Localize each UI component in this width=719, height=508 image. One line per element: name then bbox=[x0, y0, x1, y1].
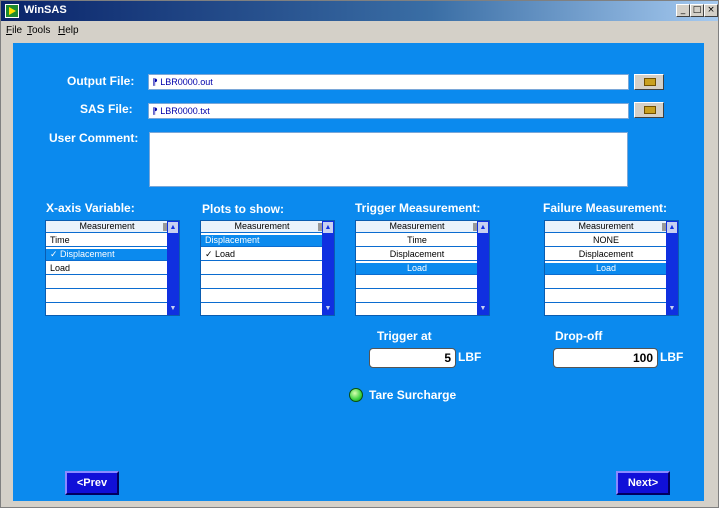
sas-file-field[interactable]: ⁋ LBR0000.txt bbox=[148, 103, 629, 119]
list-scrollbar[interactable]: ▲ ▼ bbox=[322, 221, 334, 315]
list-scrollbar[interactable]: ▲ ▼ bbox=[666, 221, 678, 315]
list-item[interactable] bbox=[201, 291, 323, 303]
main-panel: Output File: ⁋ LBR0000.out SAS File: ⁋ L… bbox=[13, 43, 704, 501]
output-file-browse-button[interactable] bbox=[634, 74, 664, 90]
maximize-button[interactable]: □ bbox=[690, 4, 704, 17]
output-file-field[interactable]: ⁋ LBR0000.out bbox=[148, 74, 629, 90]
list-item[interactable]: Load bbox=[545, 263, 667, 275]
user-comment-label: User Comment: bbox=[49, 131, 139, 145]
sas-file-label: SAS File: bbox=[80, 102, 133, 116]
path-icon: ⁋ bbox=[152, 77, 161, 87]
header-indicator-icon bbox=[163, 223, 167, 231]
list-item[interactable]: Load bbox=[356, 263, 478, 275]
scroll-down-arrow-icon[interactable]: ▼ bbox=[323, 303, 333, 314]
failure-measurement-label: Failure Measurement: bbox=[543, 201, 668, 215]
path-icon: ⁋ bbox=[152, 106, 161, 116]
list-item[interactable]: Displacement bbox=[545, 249, 667, 261]
list-item[interactable]: NONE bbox=[545, 235, 667, 247]
trigger-unit: LBF bbox=[458, 350, 482, 364]
trigger-measurement-list[interactable]: Measurement Time Displacement Load ▲ ▼ bbox=[355, 220, 490, 316]
menu-file[interactable]: File bbox=[6, 25, 22, 36]
scroll-down-arrow-icon[interactable]: ▼ bbox=[168, 303, 178, 314]
trigger-at-label: Trigger at bbox=[377, 329, 432, 343]
close-button[interactable]: × bbox=[704, 4, 718, 17]
list-item[interactable] bbox=[201, 277, 323, 289]
list-item[interactable] bbox=[356, 291, 478, 303]
drop-off-unit: LBF bbox=[660, 350, 684, 364]
scroll-down-arrow-icon[interactable]: ▼ bbox=[667, 303, 677, 314]
trigger-at-input[interactable]: 5 bbox=[369, 348, 456, 368]
plots-to-show-label: Plots to show: bbox=[202, 202, 284, 216]
scroll-up-arrow-icon[interactable]: ▲ bbox=[323, 222, 333, 233]
scroll-up-arrow-icon[interactable]: ▲ bbox=[478, 222, 488, 233]
list-item[interactable] bbox=[46, 291, 168, 303]
list-item[interactable]: Displacement bbox=[356, 249, 478, 261]
menu-bar: File Tools Help bbox=[1, 22, 718, 40]
list-scrollbar[interactable]: ▲ ▼ bbox=[477, 221, 489, 315]
list-item[interactable] bbox=[201, 263, 323, 275]
scroll-up-arrow-icon[interactable]: ▲ bbox=[667, 222, 677, 233]
list-item[interactable]: Load bbox=[46, 263, 168, 275]
failure-measurement-list[interactable]: Measurement NONE Displacement Load ▲ ▼ bbox=[544, 220, 679, 316]
list-item[interactable]: Time bbox=[46, 235, 168, 247]
window-title: WinSAS bbox=[24, 4, 67, 16]
app-icon bbox=[5, 4, 19, 18]
folder-icon bbox=[644, 106, 656, 114]
list-header: Measurement bbox=[545, 221, 667, 233]
menu-help[interactable]: Help bbox=[58, 25, 79, 36]
list-item[interactable]: Displacement bbox=[201, 235, 323, 247]
list-header: Measurement bbox=[356, 221, 478, 233]
x-axis-variable-label: X-axis Variable: bbox=[46, 201, 135, 215]
x-axis-variable-list[interactable]: Measurement Time ✓ Displacement Load ▲ ▼ bbox=[45, 220, 180, 316]
drop-off-label: Drop-off bbox=[555, 329, 603, 343]
folder-icon bbox=[644, 78, 656, 86]
plots-to-show-list[interactable]: Measurement Displacement ✓ Load ▲ ▼ bbox=[200, 220, 335, 316]
title-bar: WinSAS _ □ × bbox=[1, 1, 718, 21]
list-item[interactable]: ✓ Displacement bbox=[46, 249, 168, 261]
header-indicator-icon bbox=[473, 223, 477, 231]
header-indicator-icon bbox=[662, 223, 666, 231]
sas-file-browse-button[interactable] bbox=[634, 102, 664, 118]
menu-tools[interactable]: Tools bbox=[27, 25, 50, 36]
prev-button[interactable]: <Prev bbox=[65, 471, 119, 495]
header-indicator-icon bbox=[318, 223, 322, 231]
tare-surcharge-label: Tare Surcharge bbox=[369, 388, 457, 402]
list-item[interactable]: ✓ Load bbox=[201, 249, 323, 261]
next-button[interactable]: Next> bbox=[616, 471, 670, 495]
minimize-button[interactable]: _ bbox=[676, 4, 690, 17]
scroll-up-arrow-icon[interactable]: ▲ bbox=[168, 222, 178, 233]
list-item[interactable]: Time bbox=[356, 235, 478, 247]
scroll-down-arrow-icon[interactable]: ▼ bbox=[478, 303, 488, 314]
output-file-label: Output File: bbox=[67, 74, 135, 88]
trigger-measurement-label: Trigger Measurement: bbox=[355, 201, 481, 215]
list-item[interactable] bbox=[46, 277, 168, 289]
list-item[interactable] bbox=[356, 277, 478, 289]
drop-off-input[interactable]: 100 bbox=[553, 348, 658, 368]
list-header: Measurement bbox=[46, 221, 168, 233]
list-item[interactable] bbox=[545, 277, 667, 289]
list-item[interactable] bbox=[545, 291, 667, 303]
user-comment-field[interactable] bbox=[149, 132, 628, 187]
list-scrollbar[interactable]: ▲ ▼ bbox=[167, 221, 179, 315]
app-window: WinSAS _ □ × File Tools Help Output File… bbox=[0, 0, 719, 508]
list-header: Measurement bbox=[201, 221, 323, 233]
tare-surcharge-led-icon[interactable] bbox=[349, 388, 363, 402]
